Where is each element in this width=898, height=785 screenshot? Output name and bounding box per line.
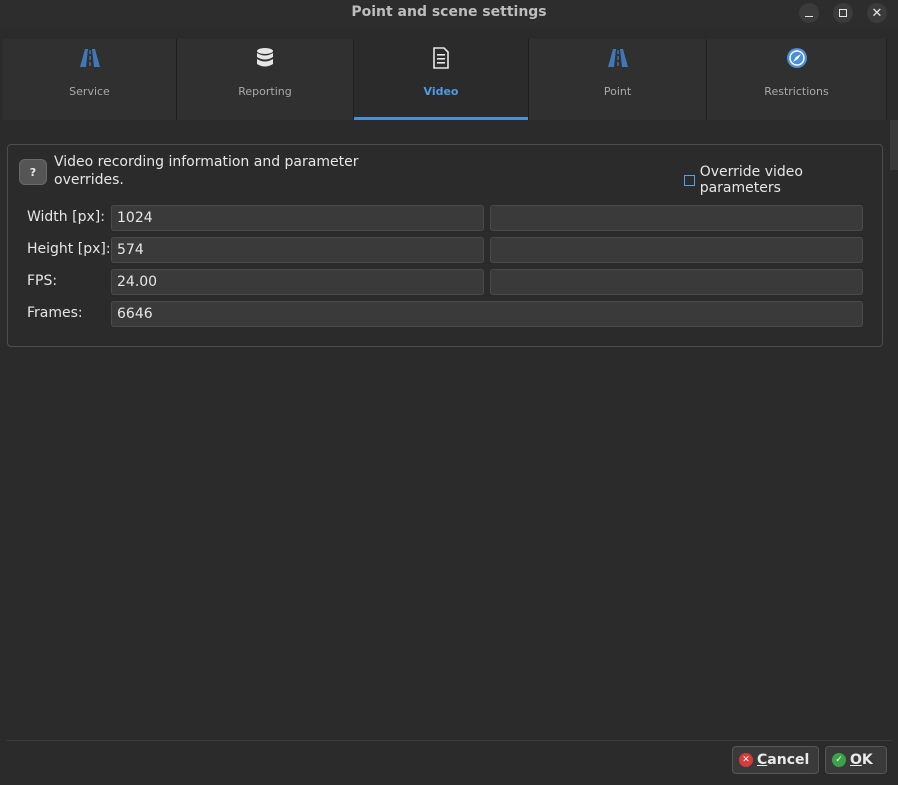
scrollbar-thumb[interactable]: [890, 120, 898, 170]
tab-video[interactable]: Video: [354, 39, 529, 120]
tab-restrictions[interactable]: Restrictions: [707, 39, 887, 120]
ok-icon: ✓: [832, 753, 846, 767]
tab-service[interactable]: Service: [3, 39, 177, 120]
title-bar: Point and scene settings ✕: [0, 0, 898, 28]
road-icon: [79, 47, 101, 69]
width-label: Width [px]:: [27, 209, 105, 225]
help-button[interactable]: ?: [19, 159, 47, 185]
height-label: Height [px]:: [27, 241, 111, 257]
height-field[interactable]: 574: [111, 237, 484, 263]
frames-label: Frames:: [27, 305, 83, 321]
tab-label: Video: [423, 85, 459, 98]
tab-label: Point: [603, 85, 632, 98]
tab-reporting[interactable]: Reporting: [177, 39, 354, 120]
ok-button[interactable]: ✓ OK: [825, 746, 887, 774]
window-title: Point and scene settings: [351, 4, 547, 20]
footer-divider: [6, 740, 892, 741]
close-icon: ✕: [871, 5, 883, 21]
override-label: Override video parameters: [699, 164, 803, 196]
tab-label: Reporting: [238, 85, 292, 98]
fps-field[interactable]: 24.00: [111, 269, 484, 295]
tab-label: Service: [69, 85, 110, 98]
database-icon: [255, 47, 275, 69]
cancel-label: Cancel: [757, 752, 810, 768]
fps-label: FPS:: [27, 273, 58, 289]
info-text: Video recording information and paramete…: [54, 154, 359, 188]
maximize-icon: [839, 9, 847, 17]
active-tab-indicator: [354, 117, 528, 120]
override-checkbox[interactable]: [684, 174, 695, 186]
help-icon: ?: [29, 165, 37, 179]
cancel-button[interactable]: ✕ Cancel: [732, 746, 819, 774]
width-override-field[interactable]: [490, 205, 863, 231]
tab-bar: Service Reporting Video Point Restrictio…: [3, 39, 887, 120]
tab-point[interactable]: Point: [529, 39, 707, 120]
fps-override-field[interactable]: [490, 269, 863, 295]
tab-label: Restrictions: [764, 85, 829, 98]
video-settings-group: ? Video recording information and parame…: [7, 144, 883, 347]
height-override-field[interactable]: [490, 237, 863, 263]
minimize-button[interactable]: [799, 3, 819, 23]
override-video-parameters[interactable]: Override video parameters: [684, 164, 882, 196]
cancel-icon: ✕: [739, 753, 753, 767]
minimize-icon: [805, 15, 813, 17]
document-icon: [432, 47, 450, 69]
width-field[interactable]: 1024: [111, 205, 484, 231]
frames-field[interactable]: 6646: [111, 301, 863, 327]
close-button[interactable]: ✕: [867, 3, 887, 23]
road-icon: [607, 47, 629, 69]
compass-icon: [786, 47, 808, 69]
ok-label: OK: [850, 752, 873, 768]
maximize-button[interactable]: [833, 3, 853, 23]
